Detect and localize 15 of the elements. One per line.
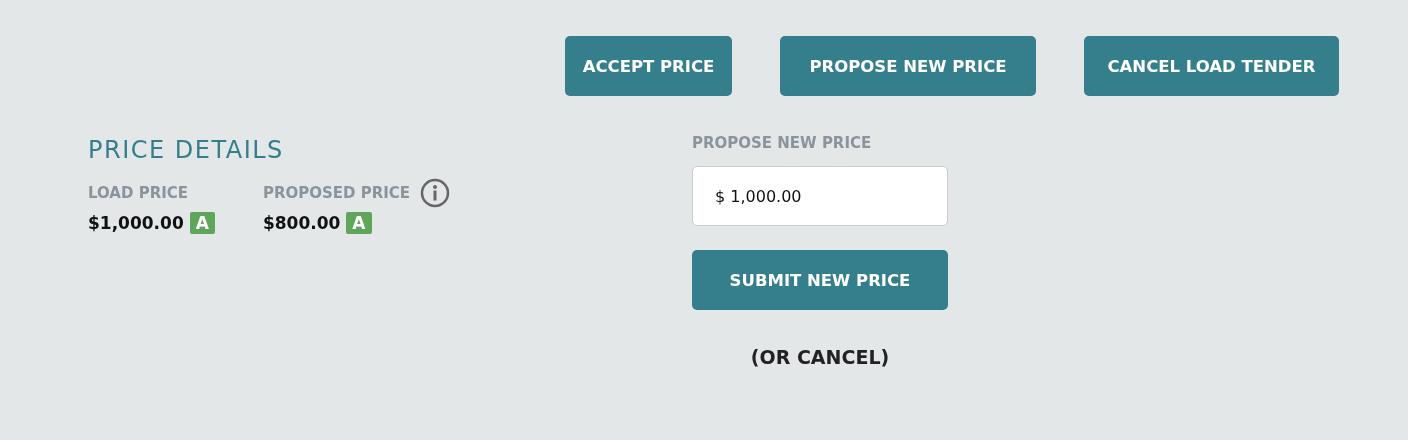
- price-badge: A: [189, 212, 215, 234]
- action-button[interactable]: CANCEL LOAD TENDER: [1084, 36, 1339, 96]
- price-badge: A: [346, 212, 372, 234]
- section-title: PRICE DETAILS: [88, 135, 285, 164]
- price-value: $1,000.00: [88, 213, 184, 233]
- cancel-link[interactable]: (OR CANCEL): [750, 346, 890, 368]
- price-value: $800.00: [262, 213, 341, 233]
- action-button[interactable]: ACCEPT PRICE: [565, 36, 732, 96]
- price-label: LOAD PRICE: [88, 184, 189, 202]
- action-button[interactable]: PROPOSE NEW PRICE: [780, 36, 1036, 96]
- field-label: PROPOSE NEW PRICE: [692, 134, 873, 154]
- info-icon[interactable]: [420, 178, 451, 208]
- price-label: PROPOSED PRICE: [262, 184, 411, 202]
- price-input-field[interactable]: $ 1,000.00: [692, 166, 948, 226]
- submit-button[interactable]: SUBMIT NEW PRICE: [692, 250, 948, 310]
